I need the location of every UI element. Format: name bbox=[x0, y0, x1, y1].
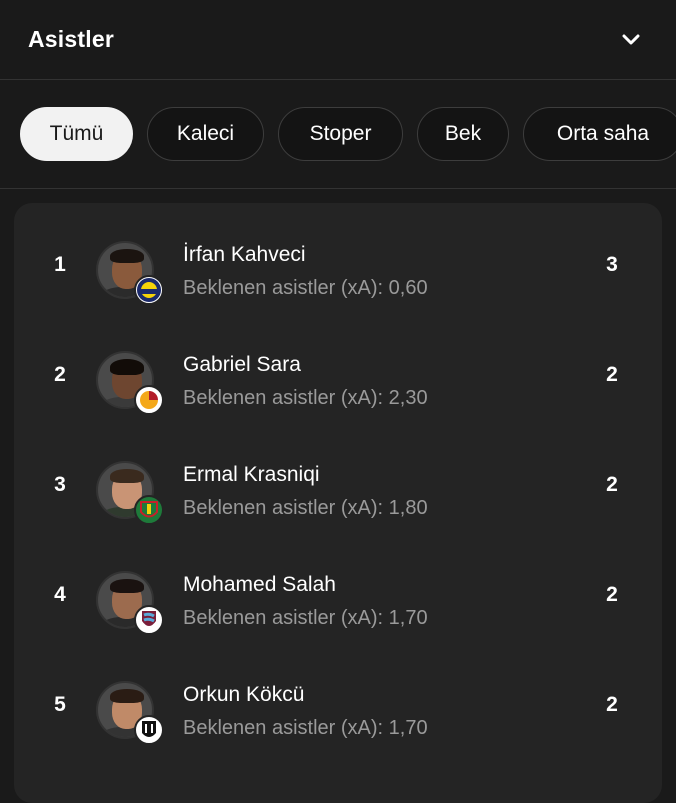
list-item[interactable]: 3 Ermal Krasniqi Beklenen asistler (xA):… bbox=[14, 430, 662, 540]
rank-number: 2 bbox=[54, 363, 66, 386]
section-header[interactable]: Asistler bbox=[0, 0, 676, 80]
filter-chip-all[interactable]: Tümü bbox=[20, 107, 133, 161]
list-item[interactable]: 1 İrfan Kahveci Beklenen asistler (xA): … bbox=[14, 210, 662, 320]
fenerbahce-badge-icon bbox=[134, 275, 164, 305]
player-name: Mohamed Salah bbox=[183, 573, 336, 596]
assists-count: 3 bbox=[606, 253, 618, 276]
rank-number: 1 bbox=[54, 253, 66, 276]
rank-number: 3 bbox=[54, 473, 66, 496]
besiktas-badge-icon bbox=[134, 715, 164, 745]
expected-assists: Beklenen asistler (xA): 2,30 bbox=[183, 387, 428, 409]
assists-list: 1 İrfan Kahveci Beklenen asistler (xA): … bbox=[14, 203, 662, 803]
chevron-down-icon[interactable] bbox=[620, 29, 642, 51]
amedspor-badge-icon bbox=[134, 495, 164, 525]
expected-assists: Beklenen asistler (xA): 1,70 bbox=[183, 607, 428, 629]
assists-count: 2 bbox=[606, 363, 618, 386]
expected-assists: Beklenen asistler (xA): 1,80 bbox=[183, 497, 428, 519]
filter-chip-goalkeeper[interactable]: Kaleci bbox=[147, 107, 264, 161]
filter-chip-centre-back[interactable]: Stoper bbox=[278, 107, 403, 161]
position-filter-bar: Tümü Kaleci Stoper Bek Orta saha bbox=[0, 81, 676, 189]
player-name: İrfan Kahveci bbox=[183, 243, 306, 266]
rank-number: 5 bbox=[54, 693, 66, 716]
list-item[interactable]: 5 Orkun Kökcü Beklenen asistler (xA): 1,… bbox=[14, 650, 662, 760]
filter-chip-fullback[interactable]: Bek bbox=[417, 107, 509, 161]
expected-assists: Beklenen asistler (xA): 0,60 bbox=[183, 277, 428, 299]
assists-count: 2 bbox=[606, 583, 618, 606]
player-name: Ermal Krasniqi bbox=[183, 463, 320, 486]
filter-chip-midfield[interactable]: Orta saha bbox=[523, 107, 676, 161]
section-title: Asistler bbox=[28, 26, 114, 52]
galatasaray-badge-icon bbox=[134, 385, 164, 415]
list-item[interactable]: 4 Mohamed Salah Beklenen asistler (xA): … bbox=[14, 540, 662, 650]
trabzonspor-badge-icon bbox=[134, 605, 164, 635]
expected-assists: Beklenen asistler (xA): 1,70 bbox=[183, 717, 428, 739]
player-name: Gabriel Sara bbox=[183, 353, 301, 376]
rank-number: 4 bbox=[54, 583, 66, 606]
player-name: Orkun Kökcü bbox=[183, 683, 305, 706]
assists-count: 2 bbox=[606, 693, 618, 716]
assists-count: 2 bbox=[606, 473, 618, 496]
list-item[interactable]: 2 Gabriel Sara Beklenen asistler (xA): 2… bbox=[14, 320, 662, 430]
